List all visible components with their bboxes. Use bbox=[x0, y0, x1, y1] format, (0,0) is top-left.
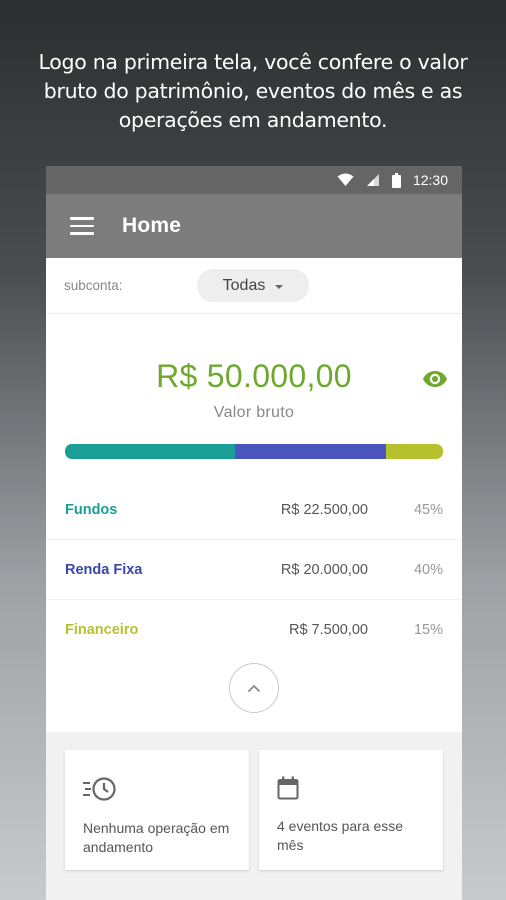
row-percent: 15% bbox=[413, 622, 443, 638]
subconta-selected: Todas bbox=[222, 276, 266, 294]
row-name: Fundos bbox=[65, 501, 118, 518]
battery-icon bbox=[391, 172, 401, 188]
summary-tiles: Nenhuma operação em andamento 4 eventos … bbox=[46, 732, 462, 888]
row-name: Financeiro bbox=[65, 622, 139, 638]
wifi-icon bbox=[337, 173, 354, 187]
allocation-segment bbox=[386, 444, 443, 459]
caret-down-icon bbox=[275, 284, 284, 289]
signal-icon bbox=[366, 173, 380, 187]
status-time: 12:30 bbox=[412, 172, 448, 188]
allocation-bar bbox=[65, 444, 443, 459]
row-amount: R$ 20.000,00 bbox=[280, 561, 368, 578]
chevron-up-icon bbox=[247, 684, 261, 692]
patrimonio-card: subconta: Todas R$ 50.000,00 Valor bruto… bbox=[46, 258, 462, 732]
app-bar: Home bbox=[46, 194, 462, 258]
collapse-wrap bbox=[46, 660, 462, 732]
phone-screen: 12:30 Home subconta: Todas R$ 50.000,00 … bbox=[46, 166, 462, 900]
hamburger-menu-icon[interactable] bbox=[70, 217, 94, 235]
subconta-label: subconta: bbox=[64, 278, 123, 293]
allocation-row-fundos[interactable]: Fundos R$ 22.500,00 45% bbox=[46, 480, 462, 540]
row-percent: 45% bbox=[413, 501, 443, 518]
calendar-icon bbox=[277, 776, 299, 804]
valor-bruto-amount: R$ 50.000,00 bbox=[156, 358, 352, 394]
allocation-segment bbox=[235, 444, 387, 459]
operacoes-tile[interactable]: Nenhuma operação em andamento bbox=[65, 750, 249, 870]
eventos-text: 4 eventos para esse mês bbox=[277, 818, 404, 853]
allocation-list: Fundos R$ 22.500,00 45% Renda Fixa R$ 20… bbox=[46, 480, 462, 660]
row-amount: R$ 7.500,00 bbox=[288, 622, 368, 638]
history-clock-icon bbox=[83, 777, 117, 806]
allocation-segment bbox=[65, 444, 236, 459]
eventos-tile[interactable]: 4 eventos para esse mês bbox=[259, 750, 443, 870]
allocation-row-renda-fixa[interactable]: Renda Fixa R$ 20.000,00 40% bbox=[46, 540, 462, 600]
status-bar: 12:30 bbox=[46, 166, 462, 194]
eye-icon[interactable] bbox=[422, 370, 448, 393]
row-amount: R$ 22.500,00 bbox=[280, 501, 368, 518]
row-name: Renda Fixa bbox=[65, 561, 143, 578]
valor-bruto-block: R$ 50.000,00 Valor bruto bbox=[46, 314, 462, 444]
page-title: Home bbox=[122, 214, 182, 237]
allocation-row-financeiro[interactable]: Financeiro R$ 7.500,00 15% bbox=[46, 600, 462, 660]
valor-bruto-label: Valor bruto bbox=[213, 404, 295, 421]
subconta-filter: subconta: Todas bbox=[46, 258, 462, 314]
operacoes-text: Nenhuma operação em andamento bbox=[83, 820, 230, 855]
row-percent: 40% bbox=[413, 561, 443, 578]
subconta-dropdown[interactable]: Todas bbox=[197, 269, 309, 302]
collapse-button[interactable] bbox=[229, 663, 279, 713]
promo-caption: Logo na primeira tela, você confere o va… bbox=[38, 50, 468, 132]
